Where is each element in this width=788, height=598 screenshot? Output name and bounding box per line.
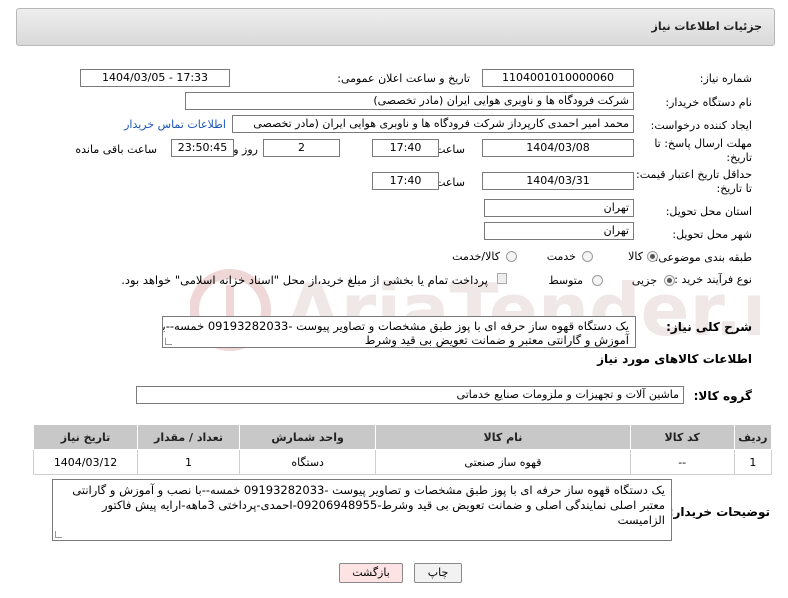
category-radio-goods-service[interactable] <box>506 251 517 262</box>
process-radio-medium[interactable] <box>592 275 603 286</box>
requester-field[interactable]: محمد امیر احمدی کارپرداز شرکت فرودگاه ها… <box>232 115 634 133</box>
process-option-minor: جزیی <box>631 274 657 287</box>
table-header-row: ردیف کد کالا نام کالا واحد شمارش تعداد /… <box>32 424 773 450</box>
goods-group-field[interactable]: ماشین آلات و تجهیزات و ملزومات صنایع خدم… <box>136 386 684 404</box>
header-bar: جزئیات اطلاعات نیاز <box>16 8 775 46</box>
cell-row-number: 1 <box>733 449 773 475</box>
col-header-unit: واحد شمارش <box>238 424 377 450</box>
col-header-item-name: نام کالا <box>375 424 631 450</box>
goods-section-title: اطلاعات کالاهای مورد نیاز <box>597 352 752 366</box>
col-header-need-date: تاریخ نیاز <box>32 424 139 450</box>
announce-datetime-field[interactable]: 1404/03/05 - 17:33 <box>80 69 230 87</box>
process-type-label: نوع فرآیند خرید : <box>674 273 752 286</box>
remaining-time-label: ساعت باقی مانده <box>75 143 157 156</box>
price-validity-label-line2: تا تاریخ: <box>716 182 752 195</box>
cell-need-date: 1404/03/12 <box>32 449 139 475</box>
category-option-goods-service: کالا/خدمت <box>452 250 500 263</box>
buyer-notes-line1: یک دستگاه قهوه ساز حرفه ای با پوز طبق مش… <box>72 483 665 497</box>
cell-quantity: 1 <box>137 449 240 475</box>
need-number-field[interactable]: 1104001010000060 <box>482 69 634 87</box>
cell-item-name: قهوه ساز صنعتی <box>375 449 631 475</box>
need-number-label: شماره نیاز: <box>699 72 752 85</box>
back-button[interactable]: بازگشت <box>339 563 403 583</box>
buyer-org-label: نام دستگاه خریدار: <box>665 96 752 109</box>
buyer-contact-link[interactable]: اطلاعات تماس خریدار <box>124 118 226 131</box>
buyer-notes-textarea[interactable]: یک دستگاه قهوه ساز حرفه ای با پوز طبق مش… <box>52 479 672 541</box>
deadline-label-line1: مهلت ارسال پاسخ: تا <box>654 137 752 150</box>
description-textarea[interactable]: یک دستگاه قهوه ساز حرفه ای با پوز طبق مش… <box>162 316 636 348</box>
cell-unit: دستگاه <box>238 449 377 475</box>
description-line2: آموزش و گارانتی معتبر و ضمانت تعویض بی ق… <box>364 333 629 347</box>
col-header-quantity: تعداد / مقدار <box>137 424 240 450</box>
goods-table: ردیف کد کالا نام کالا واحد شمارش تعداد /… <box>32 424 773 475</box>
deadline-label-line2: تاریخ: <box>726 151 752 164</box>
requester-label: ایجاد کننده درخواست: <box>650 119 752 132</box>
process-radio-minor[interactable] <box>664 275 675 286</box>
category-option-service: خدمت <box>546 250 576 263</box>
description-label: شرح کلی نیاز: <box>666 320 752 334</box>
treasury-payment-checkbox[interactable] <box>497 273 507 284</box>
price-validity-time-label: ساعت <box>435 176 465 189</box>
announce-datetime-label: تاریخ و ساعت اعلان عمومی: <box>337 72 470 85</box>
watermark-logo: AriaTender.neT <box>190 268 760 352</box>
resize-grip-icon[interactable] <box>165 338 172 345</box>
resize-grip-icon[interactable] <box>55 531 62 538</box>
price-validity-label-line1: حداقل تاریخ اعتبار قیمت: <box>636 168 752 181</box>
delivery-city-label: شهر محل تحویل: <box>672 228 752 241</box>
page-title: جزئیات اطلاعات نیاز <box>651 20 763 33</box>
deadline-time-field[interactable]: 17:40 <box>372 139 439 157</box>
table-row[interactable]: 1 -- قهوه ساز صنعتی دستگاه 1 1404/03/12 <box>32 449 773 475</box>
category-label: طبقه بندی موضوعی: <box>654 251 752 264</box>
category-option-goods: کالا <box>628 250 643 263</box>
deadline-date-field[interactable]: 1404/03/08 <box>482 139 634 157</box>
cell-item-code: -- <box>629 449 735 475</box>
delivery-province-field[interactable]: تهران <box>484 199 634 217</box>
buyer-notes-line2: معتبر اصلی نمایندگی اصلی و ضمانت تعویض ب… <box>101 498 665 512</box>
category-radio-goods[interactable] <box>647 251 658 262</box>
buyer-org-field[interactable]: شرکت فرودگاه ها و ناوبری هوایی ایران (ما… <box>185 92 634 110</box>
price-validity-time-field[interactable]: 17:40 <box>372 172 439 190</box>
goods-group-label: گروه کالا: <box>693 389 752 403</box>
description-line1: یک دستگاه قهوه ساز حرفه ای با پوز طبق مش… <box>162 319 629 333</box>
print-button[interactable]: چاپ <box>414 563 462 583</box>
buyer-notes-label: توضیحات خریدار: <box>668 505 770 519</box>
deadline-days-label: روز و <box>233 143 258 156</box>
deadline-time-label: ساعت <box>435 143 465 156</box>
treasury-payment-note: پرداخت تمام یا بخشی از مبلغ خرید،از محل … <box>121 273 488 287</box>
col-header-item-code: کد کالا <box>629 424 735 450</box>
buyer-notes-line3: الزامیست <box>617 513 665 527</box>
delivery-city-field[interactable]: تهران <box>484 222 634 240</box>
category-radio-service[interactable] <box>582 251 593 262</box>
col-header-row-number: ردیف <box>733 424 773 450</box>
deadline-days-field[interactable]: 2 <box>263 139 340 157</box>
remaining-time-field[interactable]: 23:50:45 <box>171 139 234 157</box>
delivery-province-label: استان محل تحویل: <box>665 205 752 218</box>
process-option-medium: متوسط <box>548 274 583 287</box>
price-validity-date-field[interactable]: 1404/03/31 <box>482 172 634 190</box>
